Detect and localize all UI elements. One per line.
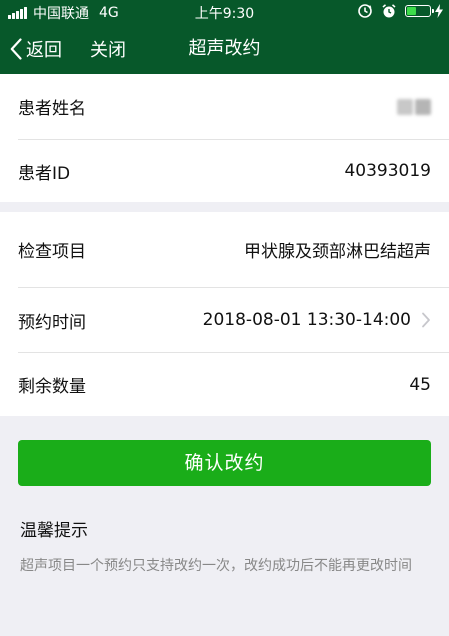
patient-name-row: 患者姓名 [18, 74, 449, 139]
appointment-time-row[interactable]: 预约时间 2018-08-01 13:30-14:00 [18, 287, 449, 352]
remaining-count-value: 45 [409, 374, 431, 395]
tips-section: 温馨提示 超声项目一个预约只支持改约一次，改约成功后不能再更改时间 [0, 486, 449, 579]
exam-item-label: 检查项目 [18, 242, 86, 262]
exam-item-row: 检查项目 甲状腺及颈部淋巴结超声 [18, 212, 449, 287]
patient-name-label: 患者姓名 [18, 99, 86, 119]
nav-bar: 超声改约 返回 关闭 [0, 24, 449, 74]
remaining-count-row: 剩余数量 45 [18, 352, 449, 416]
back-label: 返回 [26, 40, 62, 61]
confirm-reschedule-button[interactable]: 确认改约 [18, 440, 431, 486]
patient-section: 患者姓名 患者ID 40393019 [0, 74, 449, 202]
tips-text: 超声项目一个预约只支持改约一次，改约成功后不能再更改时间 [20, 558, 412, 574]
remaining-count-label: 剩余数量 [18, 377, 86, 397]
exam-item-value: 甲状腺及颈部淋巴结超声 [244, 242, 431, 262]
back-chevron-icon [10, 38, 22, 60]
page-title: 超声改约 [188, 38, 261, 59]
phone-screen: 中国联通 4G 上午9:30 超声改约 返回 关闭 患者姓名 患者ID 4039… [0, 0, 449, 636]
status-bar: 中国联通 4G 上午9:30 [0, 0, 449, 24]
patient-id-value: 40393019 [344, 161, 431, 181]
patient-id-row: 患者ID 40393019 [18, 139, 449, 202]
exam-section: 检查项目 甲状腺及颈部淋巴结超声 预约时间 2018-08-01 13:30-1… [0, 212, 449, 416]
patient-name-blurred [397, 98, 431, 115]
alarm-clock-icon [382, 4, 396, 18]
tips-title: 温馨提示 [20, 521, 88, 541]
appointment-time-value: 2018-08-01 13:30-14:00 [202, 310, 411, 330]
alarm-sync-icon [358, 4, 372, 18]
confirm-button-wrap: 确认改约 [0, 416, 449, 486]
battery-fill [407, 7, 416, 15]
appointment-time-value-wrap: 2018-08-01 13:30-14:00 [203, 310, 431, 330]
chevron-right-icon [422, 312, 430, 328]
back-button[interactable]: 返回 [10, 24, 62, 74]
status-right [357, 3, 443, 19]
charging-bolt-icon [435, 4, 443, 18]
patient-id-label: 患者ID [18, 163, 71, 184]
close-button[interactable]: 关闭 [90, 24, 126, 74]
appointment-time-label: 预约时间 [18, 312, 86, 333]
battery-icon [405, 5, 434, 17]
